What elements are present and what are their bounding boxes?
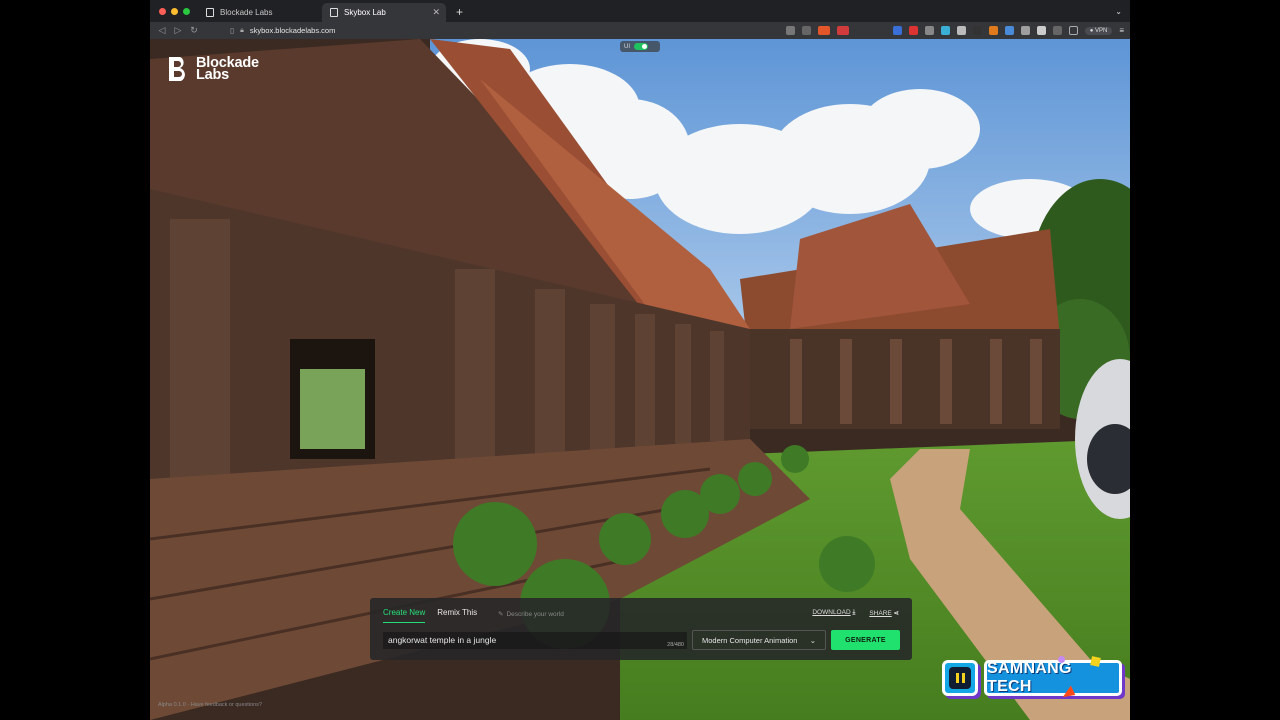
share-label: SHARE — [869, 610, 892, 617]
ui-visibility-toggle[interactable]: UI — [620, 41, 660, 52]
extension-icon[interactable] — [908, 26, 918, 35]
pause-icon — [942, 660, 978, 696]
reload-icon[interactable]: ↻ — [186, 25, 202, 36]
share-icon: ⋖ — [893, 610, 899, 617]
tab-create-new[interactable]: Create New — [383, 608, 426, 623]
edit-icon: ✎ — [498, 611, 504, 618]
style-select[interactable]: Modern Computer Animation ⌄ — [692, 630, 826, 650]
tab-blockade-labs[interactable]: Blockade Labs — [198, 3, 322, 22]
describe-label: Describe your world — [506, 610, 564, 618]
channel-watermark: SAMNANG TECH — [940, 656, 1126, 714]
browser-window: Blockade Labs Skybox Lab ✕ + ⌄ ◁ ▷ ↻ ▯ 🔒… — [150, 0, 1130, 720]
extension-icon[interactable] — [892, 26, 902, 35]
generate-button[interactable]: GENERATE — [831, 630, 900, 650]
site-favicon-icon — [206, 8, 214, 17]
extension-icon[interactable] — [972, 26, 982, 35]
brave-shield-icon[interactable] — [817, 26, 830, 35]
ui-toggle-label: UI — [624, 43, 630, 50]
download-icon: ⤓ — [852, 609, 856, 616]
channel-name: SAMNANG TECH — [984, 660, 1122, 696]
lock-icon: 🔒︎ — [240, 26, 244, 34]
url-text: skybox.blockadelabs.com — [249, 26, 336, 35]
share-icon[interactable] — [801, 26, 811, 35]
alpha-feedback-note[interactable]: Alpha 0.1.0 · Have feedback or questions… — [158, 702, 262, 708]
vpn-label: VPN — [1094, 27, 1108, 34]
decor-square — [1090, 656, 1101, 667]
tab-label: Skybox Lab — [344, 8, 386, 17]
forward-icon[interactable]: ▷ — [170, 25, 186, 36]
chevron-down-icon: ⌄ — [809, 635, 816, 645]
menu-icon[interactable]: ≡ — [1119, 26, 1124, 35]
blockade-logo-icon — [169, 57, 185, 81]
rewards-icon[interactable] — [836, 26, 849, 35]
url-field[interactable]: ▯ 🔒︎ skybox.blockadelabs.com — [230, 26, 335, 35]
extension-icon[interactable] — [924, 26, 934, 35]
sidebar-icon[interactable] — [1052, 26, 1062, 35]
address-bar: ◁ ▷ ↻ ▯ 🔒︎ skybox.blockadelabs.com ● VPN… — [150, 22, 1130, 39]
prompt-input[interactable]: angkorwat temple in a jungle 28/480 — [383, 632, 687, 649]
extension-icon[interactable] — [988, 26, 998, 35]
panel-actions: DOWNLOAD ⤓ SHARE ⋖ — [812, 609, 899, 617]
toolbar-extensions: ● VPN ≡ — [785, 26, 1130, 35]
maximize-window-button[interactable] — [183, 8, 190, 15]
toggle-switch[interactable] — [634, 43, 648, 50]
tab-bar: Blockade Labs Skybox Lab ✕ + ⌄ — [150, 0, 1130, 22]
prompt-text: angkorwat temple in a jungle — [388, 635, 497, 645]
extension-icon[interactable] — [940, 26, 950, 35]
tab-label: Blockade Labs — [220, 8, 273, 17]
back-icon[interactable]: ◁ — [154, 25, 170, 36]
share-button[interactable]: SHARE ⋖ — [869, 609, 899, 617]
close-window-button[interactable] — [159, 8, 166, 15]
char-counter: 28/480 — [667, 642, 684, 648]
new-tab-button[interactable]: + — [446, 5, 471, 22]
site-favicon-icon — [330, 8, 338, 17]
blockade-labs-logo[interactable]: Blockade Labs — [167, 55, 259, 83]
tab-skybox-lab[interactable]: Skybox Lab ✕ — [322, 3, 446, 22]
extension-icon[interactable] — [1004, 26, 1014, 35]
chevron-down-icon[interactable]: ⌄ — [1115, 7, 1130, 22]
download-label: DOWNLOAD — [812, 609, 851, 616]
decor-dot — [1058, 656, 1065, 663]
wallet-icon[interactable] — [1068, 26, 1078, 35]
extension-icon[interactable] — [1020, 26, 1030, 35]
close-tab-icon[interactable]: ✕ — [432, 7, 440, 18]
bookmark-icon[interactable]: ▯ — [230, 26, 234, 35]
window-controls — [150, 8, 198, 22]
generation-panel: Create New Remix This ✎ Describe your wo… — [370, 598, 912, 660]
panel-tabs: Create New Remix This — [383, 608, 477, 623]
minimize-window-button[interactable] — [171, 8, 178, 15]
extension-icon[interactable] — [785, 26, 795, 35]
style-value: Modern Computer Animation — [702, 635, 798, 645]
vpn-button[interactable]: ● VPN — [1084, 26, 1113, 35]
puzzle-icon[interactable] — [1036, 26, 1046, 35]
extension-icon[interactable] — [956, 26, 966, 35]
tab-remix-this[interactable]: Remix This — [437, 608, 477, 623]
download-button[interactable]: DOWNLOAD ⤓ — [812, 609, 855, 617]
describe-hint: ✎ Describe your world — [498, 610, 564, 619]
